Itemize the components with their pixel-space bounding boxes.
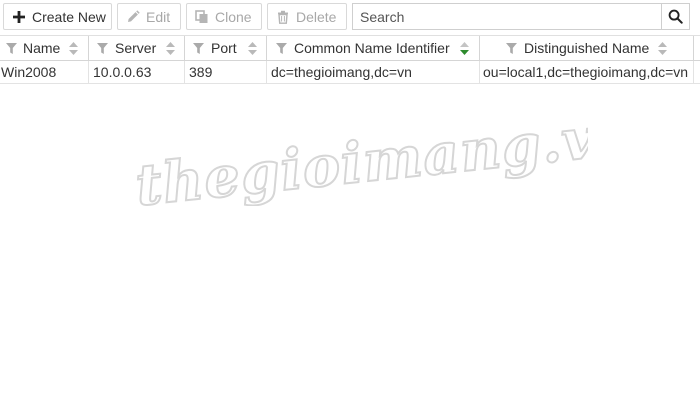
toolbar: Create New Edit Clone Delete [0, 0, 700, 33]
clone-icon [195, 9, 209, 24]
table-header: Name Server Port Common Name Identifier … [0, 35, 700, 61]
column-header-name[interactable]: Name [0, 36, 89, 61]
edit-label: Edit [146, 8, 171, 25]
create-new-button[interactable]: Create New [3, 3, 112, 30]
column-header-port[interactable]: Port [185, 36, 267, 61]
cell-distinguished-name: ou=local1,dc=thegioimang,dc=vn [480, 61, 694, 83]
column-header-server[interactable]: Server [89, 36, 185, 61]
plus-icon [12, 10, 26, 24]
magnifier-icon [668, 9, 683, 24]
filter-icon[interactable] [506, 43, 517, 54]
cell-name: Win2008 [0, 61, 89, 83]
watermark-text: thegioimang.vn [133, 101, 588, 206]
clone-label: Clone [215, 8, 252, 25]
filter-icon[interactable] [276, 43, 287, 54]
cell-common-name-identifier: dc=thegioimang,dc=vn [267, 61, 480, 83]
sort-descending-icon[interactable] [460, 42, 469, 55]
column-header-common-name-identifier[interactable]: Common Name Identifier [267, 36, 480, 61]
sort-icon[interactable] [248, 42, 257, 55]
column-header-distinguished-name[interactable]: Distinguished Name [480, 36, 694, 61]
filter-icon[interactable] [97, 43, 108, 54]
trash-icon [276, 10, 290, 24]
delete-label: Delete [296, 8, 337, 25]
cell-server: 10.0.0.63 [89, 61, 185, 83]
ldap-server-table: Name Server Port Common Name Identifier … [0, 35, 700, 84]
table-row[interactable]: Win2008 10.0.0.63 389 dc=thegioimang,dc=… [0, 61, 700, 84]
filter-icon[interactable] [6, 43, 17, 54]
sort-icon[interactable] [658, 42, 667, 55]
cell-port: 389 [185, 61, 267, 83]
sort-icon[interactable] [69, 42, 78, 55]
clone-button[interactable]: Clone [186, 3, 262, 30]
create-new-label: Create New [32, 8, 106, 25]
pencil-icon [126, 9, 140, 24]
watermark-logo: thegioimang.vn [132, 100, 588, 206]
sort-icon[interactable] [166, 42, 175, 55]
delete-button[interactable]: Delete [267, 3, 347, 30]
search-input[interactable] [352, 3, 661, 30]
filter-icon[interactable] [193, 43, 204, 54]
edit-button[interactable]: Edit [117, 3, 181, 30]
search-button[interactable] [661, 3, 690, 30]
